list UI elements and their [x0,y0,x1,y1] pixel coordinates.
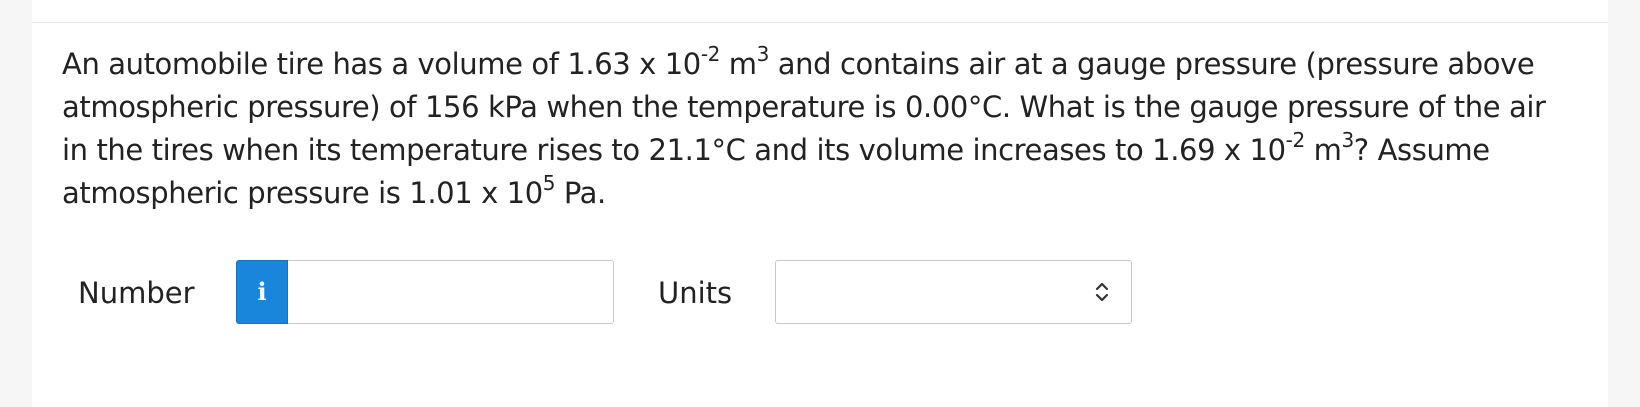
question-card: An automobile tire has a volume of 1.63 … [32,0,1608,407]
question-text-part: m [719,47,757,81]
exponent: -2 [1285,128,1306,153]
chevron-up-down-icon [1095,282,1109,302]
info-icon: i [257,277,267,306]
answer-row: Number i Units [32,260,1608,326]
question-text-part: An automobile tire has a volume of 1.63 … [62,47,701,81]
exponent: -2 [700,42,721,67]
question-text-part: Pa. [555,176,606,210]
number-input[interactable] [288,260,614,324]
divider [32,22,1608,23]
exponent: 5 [542,171,556,196]
units-select[interactable] [775,260,1132,324]
exponent: 3 [756,42,770,67]
info-button[interactable]: i [236,260,288,324]
units-label: Units [658,276,733,310]
exponent: 3 [1341,128,1354,153]
number-label: Number [78,276,195,310]
question-text-part: m [1304,133,1342,167]
question-text: An automobile tire has a volume of 1.63 … [62,43,1562,215]
